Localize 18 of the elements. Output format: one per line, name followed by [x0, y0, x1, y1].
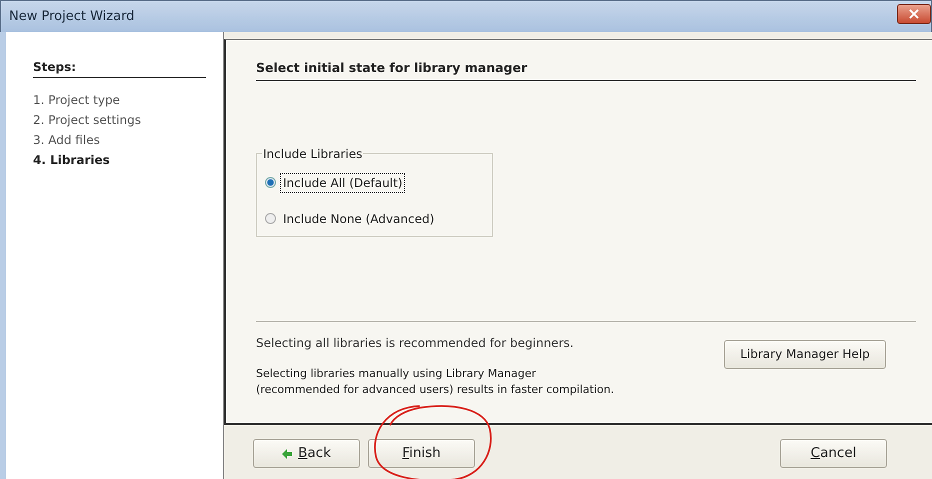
radio-button[interactable] [265, 213, 276, 224]
recommendation-text: Selecting all libraries is recommended for beginners. [256, 334, 575, 352]
window-title: New Project Wizard [9, 8, 134, 26]
step-item: 1. Project type [33, 92, 121, 109]
description-text: Selecting libraries manually using Library Manager (recommended for advanced users) results in faster compilation. [256, 366, 614, 398]
left-arrow-icon [282, 448, 292, 459]
step-item: 3. Add files [33, 132, 101, 149]
step-item: 2. Project settings [33, 112, 142, 129]
radio-label[interactable]: Include None (Advanced) [280, 208, 438, 229]
finish-button[interactable]: Finish [368, 439, 475, 468]
radio-label[interactable]: Include All (Default) [280, 172, 406, 193]
panel-heading: Select initial state for library manager [256, 59, 916, 81]
radio-button[interactable] [265, 177, 276, 188]
back-button[interactable]: Back [253, 439, 360, 468]
steps-heading: Steps: [33, 58, 206, 78]
library-manager-help-button[interactable]: Library Manager Help [724, 340, 886, 369]
cancel-button[interactable]: Cancel [780, 439, 887, 468]
step-item: 4. Libraries [33, 152, 111, 169]
